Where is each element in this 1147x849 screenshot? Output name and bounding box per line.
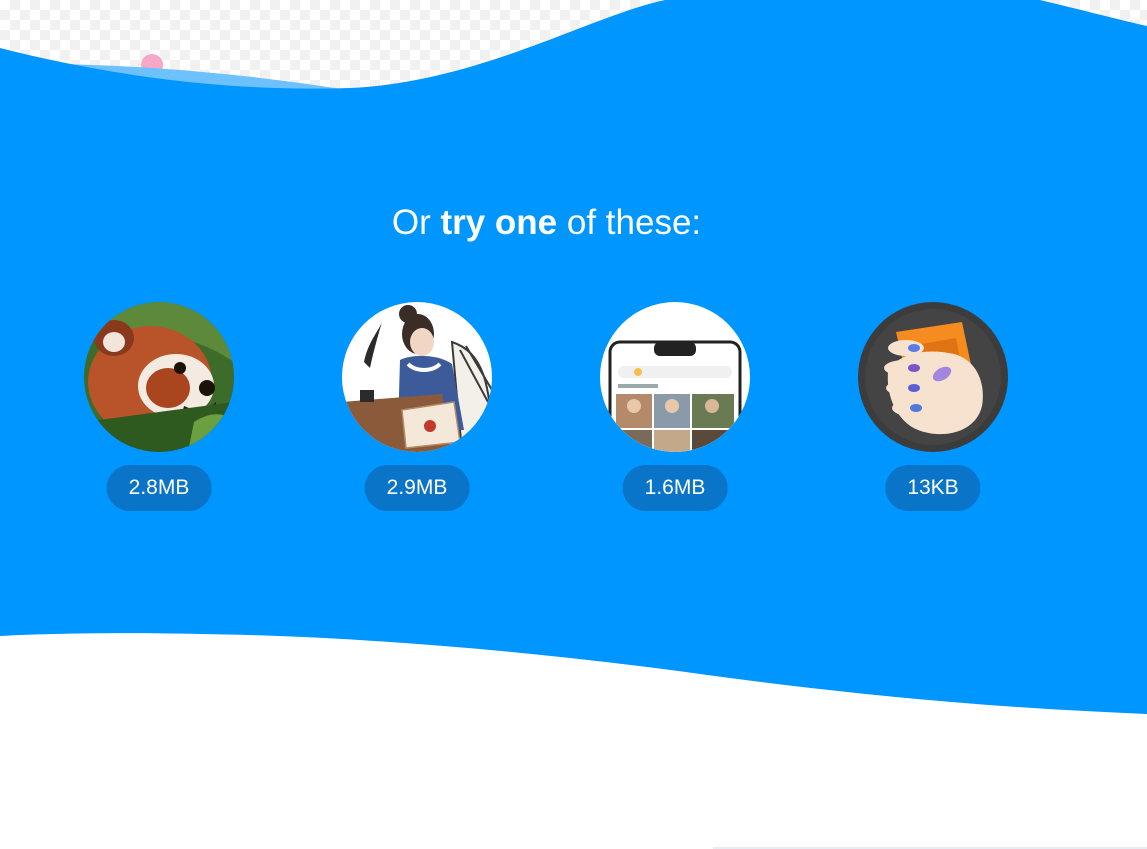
heading-prefix: Or <box>391 203 441 242</box>
hand-holding-logo-icon[interactable] <box>858 302 1008 452</box>
heading-suffix: of these: <box>557 203 702 242</box>
file-size-badge: 1.6MB <box>622 465 728 511</box>
demo-item-illustration[interactable]: 2.9MB <box>342 302 492 511</box>
demo-item-logo[interactable]: 13KB <box>858 302 1008 511</box>
file-size-badge: 2.8MB <box>106 465 212 511</box>
red-panda-photo-icon[interactable] <box>84 302 234 452</box>
demo-item-red-panda[interactable]: 2.8MB <box>84 302 234 511</box>
demo-item-phone-screenshot[interactable]: 1.6MB <box>600 302 750 511</box>
heading-bold: try one <box>440 203 558 242</box>
demo-heading: Or try one of these: <box>0 200 1093 246</box>
phone-photos-screenshot-icon[interactable] <box>600 302 750 452</box>
woman-writing-illustration-icon[interactable] <box>342 302 492 452</box>
file-size-badge: 13KB <box>885 465 981 511</box>
file-size-badge: 2.9MB <box>364 465 470 511</box>
